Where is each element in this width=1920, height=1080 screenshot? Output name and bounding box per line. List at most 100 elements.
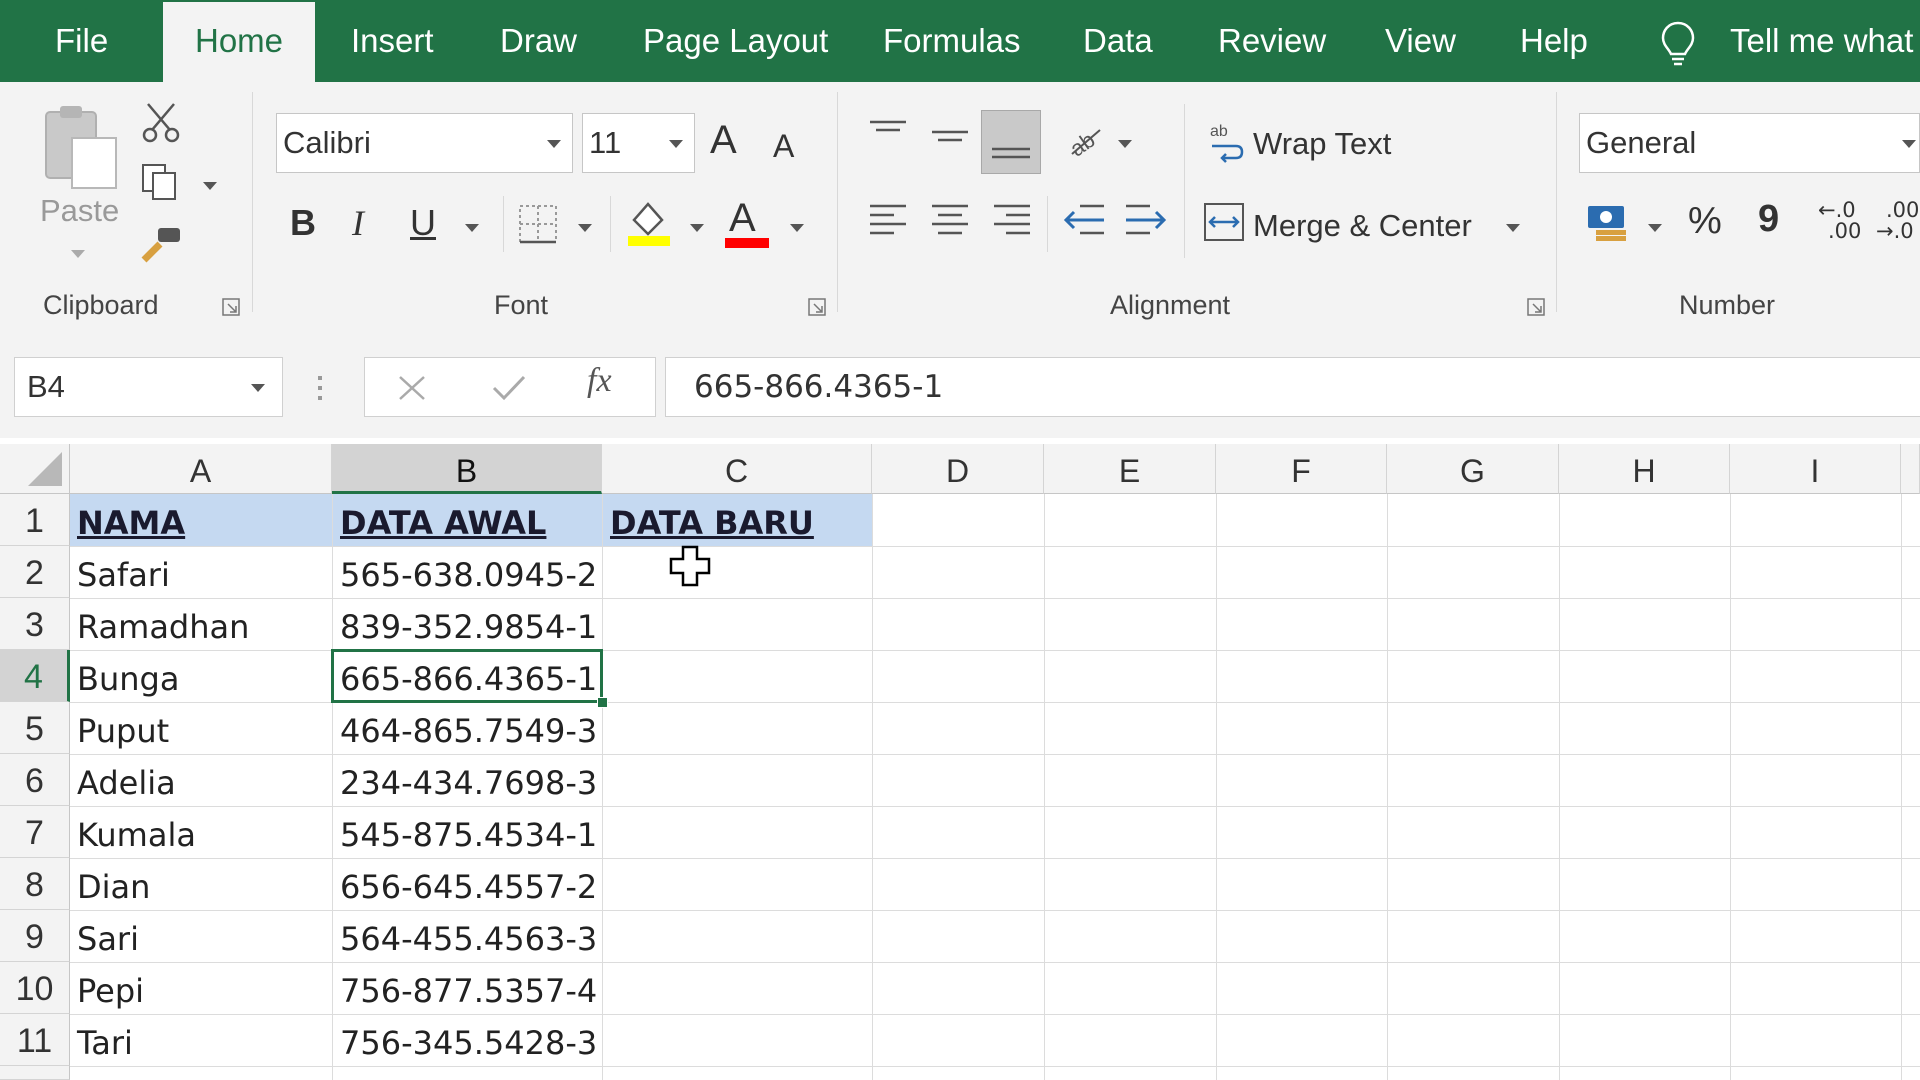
cell-b2[interactable]: 565-638.0945-2 xyxy=(340,556,597,594)
cell-a1[interactable]: NAMA xyxy=(77,504,185,542)
wrap-text-icon[interactable]: ab xyxy=(1208,120,1244,164)
cell-b1[interactable]: DATA AWAL xyxy=(340,504,546,542)
column-header-next[interactable] xyxy=(1901,444,1920,494)
cell-b6[interactable]: 234-434.7698-3 xyxy=(340,764,597,802)
paste-dropdown-icon[interactable] xyxy=(71,250,85,258)
align-left-icon[interactable] xyxy=(868,200,908,240)
orientation-icon[interactable]: ab xyxy=(1064,120,1108,160)
column-header-c[interactable]: C xyxy=(602,444,872,494)
paste-label[interactable]: Paste xyxy=(40,193,119,229)
fill-color-icon[interactable] xyxy=(626,198,672,246)
font-size-dropdown-icon[interactable] xyxy=(669,140,683,148)
borders-dropdown-icon[interactable] xyxy=(578,224,592,232)
cell-a6[interactable]: Adelia xyxy=(77,764,176,802)
italic-button[interactable]: I xyxy=(352,202,364,244)
row-header-8[interactable]: 8 xyxy=(0,858,70,910)
fill-handle[interactable] xyxy=(597,697,608,708)
row-header-1[interactable]: 1 xyxy=(0,494,70,546)
merge-center-dropdown-icon[interactable] xyxy=(1506,224,1520,232)
spreadsheet-grid[interactable]: A B C D E F G H I 1 2 3 4 5 6 7 8 9 10 1… xyxy=(0,444,1920,1080)
cell-a5[interactable]: Puput xyxy=(77,712,169,750)
align-middle-icon[interactable] xyxy=(930,122,970,152)
cell-b9[interactable]: 564-455.4563-3 xyxy=(340,920,597,958)
grow-font-button[interactable]: A xyxy=(710,118,737,163)
shrink-font-button[interactable]: A xyxy=(773,128,794,165)
column-header-f[interactable]: F xyxy=(1216,444,1387,494)
format-painter-icon[interactable] xyxy=(140,224,184,264)
cell-a11[interactable]: Tari xyxy=(77,1024,133,1062)
formula-bar-grip-icon[interactable] xyxy=(318,374,324,404)
copy-dropdown-icon[interactable] xyxy=(203,182,217,190)
font-launcher-icon[interactable] xyxy=(808,298,826,316)
percent-style-button[interactable]: % xyxy=(1688,200,1722,243)
align-top-icon[interactable] xyxy=(868,118,908,148)
merge-center-icon[interactable] xyxy=(1203,202,1245,242)
row-header-6[interactable]: 6 xyxy=(0,754,70,806)
row-header-7[interactable]: 7 xyxy=(0,806,70,858)
tab-draw[interactable]: Draw xyxy=(500,0,577,82)
column-header-d[interactable]: D xyxy=(872,444,1044,494)
cell-a2[interactable]: Safari xyxy=(77,556,170,594)
name-box[interactable]: B4 xyxy=(14,357,283,417)
column-header-e[interactable]: E xyxy=(1044,444,1216,494)
alignment-launcher-icon[interactable] xyxy=(1527,298,1545,316)
paste-icon[interactable] xyxy=(42,102,122,192)
row-header-5[interactable]: 5 xyxy=(0,702,70,754)
column-header-b[interactable]: B xyxy=(332,444,602,494)
cell-a8[interactable]: Dian xyxy=(77,868,150,906)
merge-center-button[interactable]: Merge & Center xyxy=(1253,208,1472,244)
column-header-g[interactable]: G xyxy=(1387,444,1559,494)
cell-b8[interactable]: 656-645.4557-2 xyxy=(340,868,597,906)
row-header-11[interactable]: 11 xyxy=(0,1014,70,1066)
copy-icon[interactable] xyxy=(140,162,180,202)
fill-color-dropdown-icon[interactable] xyxy=(690,224,704,232)
font-name-dropdown-icon[interactable] xyxy=(547,140,561,148)
cell-a3[interactable]: Ramadhan xyxy=(77,608,249,646)
align-center-icon[interactable] xyxy=(930,200,970,240)
row-header-12[interactable] xyxy=(0,1066,70,1080)
align-right-icon[interactable] xyxy=(992,200,1032,240)
orientation-dropdown-icon[interactable] xyxy=(1118,140,1132,148)
cell-a10[interactable]: Pepi xyxy=(77,972,144,1010)
accounting-dropdown-icon[interactable] xyxy=(1648,224,1662,232)
wrap-text-button[interactable]: Wrap Text xyxy=(1253,126,1391,162)
tab-page-layout[interactable]: Page Layout xyxy=(643,0,828,82)
row-header-10[interactable]: 10 xyxy=(0,962,70,1014)
cell-a9[interactable]: Sari xyxy=(77,920,139,958)
cell-b3[interactable]: 839-352.9854-1 xyxy=(340,608,597,646)
column-header-a[interactable]: A xyxy=(70,444,332,494)
insert-function-button[interactable]: fx xyxy=(587,362,612,400)
number-format-dropdown-icon[interactable] xyxy=(1902,140,1916,148)
cell-b11[interactable]: 756-345.5428-3 xyxy=(340,1024,597,1062)
cell-b5[interactable]: 464-865.7549-3 xyxy=(340,712,597,750)
tab-view[interactable]: View xyxy=(1385,0,1456,82)
name-box-dropdown-icon[interactable] xyxy=(251,384,265,392)
clipboard-launcher-icon[interactable] xyxy=(222,298,240,316)
accounting-format-icon[interactable] xyxy=(1586,202,1632,242)
tab-data[interactable]: Data xyxy=(1083,0,1153,82)
tab-review[interactable]: Review xyxy=(1218,0,1326,82)
cell-b10[interactable]: 756-877.5357-4 xyxy=(340,972,597,1010)
decrease-indent-icon[interactable] xyxy=(1062,200,1106,240)
font-color-button[interactable]: A xyxy=(729,196,756,241)
increase-indent-icon[interactable] xyxy=(1124,200,1168,240)
select-all-button[interactable] xyxy=(0,444,70,494)
font-color-dropdown-icon[interactable] xyxy=(790,224,804,232)
lightbulb-icon[interactable] xyxy=(1660,20,1696,66)
number-format-combo[interactable]: General xyxy=(1579,113,1920,173)
enter-check-icon[interactable] xyxy=(491,374,527,402)
increase-decimal-button[interactable]: ←.0 .00 xyxy=(1818,200,1866,242)
cell-a4[interactable]: Bunga xyxy=(77,660,179,698)
tab-formulas[interactable]: Formulas xyxy=(883,0,1021,82)
bold-button[interactable]: B xyxy=(290,202,316,244)
column-header-h[interactable]: H xyxy=(1559,444,1730,494)
cancel-icon[interactable] xyxy=(397,374,427,402)
cell-b7[interactable]: 545-875.4534-1 xyxy=(340,816,597,854)
comma-style-button[interactable]: 9 xyxy=(1758,198,1779,241)
font-size-combo[interactable]: 11 xyxy=(582,113,695,173)
cell-a7[interactable]: Kumala xyxy=(77,816,196,854)
underline-dropdown-icon[interactable] xyxy=(465,224,479,232)
row-header-3[interactable]: 3 xyxy=(0,598,70,650)
tell-me-search[interactable]: Tell me what xyxy=(1730,0,1913,82)
decrease-decimal-button[interactable]: .00 →.0 xyxy=(1876,200,1920,242)
